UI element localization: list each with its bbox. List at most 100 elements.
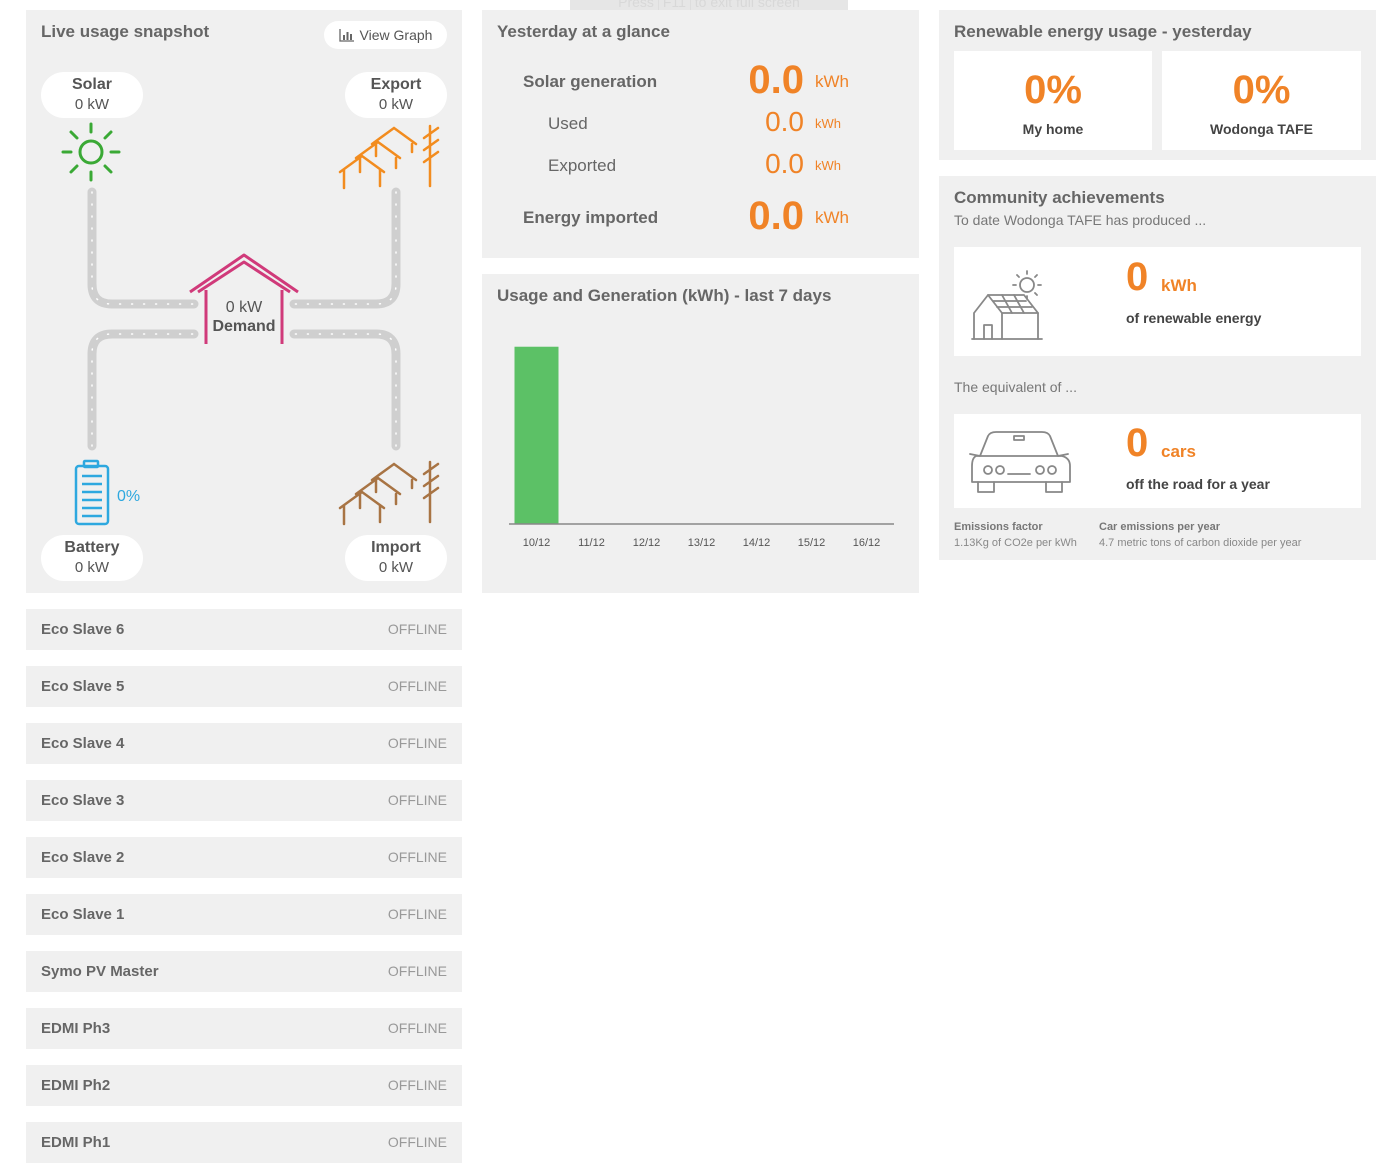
renewable-energy-card: 0 kWh of renewable energy	[954, 247, 1361, 356]
tafe-card: 0% Wodonga TAFE	[1162, 51, 1361, 150]
cars-caption: off the road for a year	[1126, 476, 1270, 492]
x-tick-label: 11/12	[578, 537, 605, 549]
battery-label: Battery	[64, 539, 120, 556]
device-row[interactable]: Symo PV Master OFFLINE	[26, 951, 462, 992]
device-status: OFFLINE	[387, 849, 447, 865]
battery-value: 0 kW	[74, 559, 110, 576]
import-label: Import	[371, 539, 421, 556]
device-status: OFFLINE	[387, 678, 447, 694]
device-row[interactable]: Eco Slave 2 OFFLINE	[26, 837, 462, 878]
fullscreen-hint-after: to exit full screen	[694, 0, 800, 10]
device-name: Eco Slave 6	[41, 621, 125, 638]
used-unit: kWh	[815, 116, 841, 131]
tafe-caption: Wodonga TAFE	[1210, 121, 1313, 137]
device-name: EDMI Ph1	[41, 1134, 111, 1151]
car-icon	[969, 431, 1071, 493]
x-tick-label: 16/12	[853, 537, 881, 549]
device-row[interactable]: EDMI Ph3 OFFLINE	[26, 1008, 462, 1049]
demand-node: 0 kW Demand	[204, 299, 284, 336]
export-node[interactable]: Export 0 kW	[345, 72, 447, 118]
device-row[interactable]: Eco Slave 1 OFFLINE	[26, 894, 462, 935]
solar-generation-value: 0.0	[748, 58, 804, 102]
live-usage-panel: Live usage snapshot View Graph Solar 0 k…	[26, 10, 462, 593]
exported-value: 0.0	[765, 148, 804, 179]
device-row[interactable]: EDMI Ph2 OFFLINE	[26, 1065, 462, 1106]
device-status: OFFLINE	[387, 963, 447, 979]
emissions-factor-heading: Emissions factor	[954, 521, 1043, 533]
emissions-factor-value: 1.13Kg of CO2e per kWh	[954, 537, 1077, 549]
renewable-energy-caption: of renewable energy	[1126, 310, 1262, 326]
device-name: EDMI Ph2	[41, 1077, 111, 1094]
equivalent-text: The equivalent of ...	[954, 379, 1077, 395]
sun-icon	[61, 122, 121, 182]
energy-imported-label: Energy imported	[523, 208, 659, 227]
device-name: Eco Slave 3	[41, 792, 125, 809]
device-row[interactable]: Eco Slave 4 OFFLINE	[26, 723, 462, 764]
export-power-lines-icon	[338, 124, 440, 190]
export-value: 0 kW	[378, 96, 414, 113]
energy-imported-value: 0.0	[748, 194, 804, 238]
solar-label: Solar	[71, 76, 112, 93]
import-power-lines-icon	[338, 460, 440, 526]
export-flow-track	[289, 187, 401, 309]
x-tick-label: 12/12	[633, 537, 661, 549]
solar-node[interactable]: Solar 0 kW	[41, 72, 143, 118]
week-bar-chart: 10/12 11/12 12/12 13/12 14/12 15/12 16/12	[509, 346, 894, 549]
week-chart-panel: Usage and Generation (kWh) - last 7 days…	[482, 274, 919, 593]
renewable-usage-title: Renewable energy usage - yesterday	[954, 22, 1252, 41]
import-value: 0 kW	[378, 559, 414, 576]
exported-label: Exported	[548, 156, 617, 175]
device-name: Eco Slave 5	[41, 678, 125, 695]
energy-imported-unit: kWh	[815, 208, 849, 227]
community-title: Community achievements	[954, 188, 1165, 207]
fullscreen-hint-before: Press	[618, 0, 654, 10]
demand-label: Demand	[212, 318, 276, 335]
chart-bar	[514, 346, 559, 524]
cars-card: 0 cars off the road for a year	[954, 414, 1361, 508]
used-value: 0.0	[765, 106, 804, 137]
yesterday-panel: Yesterday at a glance Solar generation 0…	[482, 10, 919, 258]
import-node[interactable]: Import 0 kW	[345, 535, 447, 581]
device-name: Eco Slave 4	[41, 735, 125, 752]
battery-percent: 0%	[117, 488, 141, 505]
exported-unit: kWh	[815, 158, 841, 173]
renewable-energy-value: 0	[1126, 255, 1149, 299]
battery-flow-track	[87, 329, 199, 451]
solar-generation-label: Solar generation	[523, 72, 658, 91]
my-home-caption: My home	[1022, 121, 1084, 137]
device-row[interactable]: Eco Slave 6 OFFLINE	[26, 609, 462, 650]
cars-unit: cars	[1161, 442, 1196, 461]
tafe-percent: 0%	[1232, 68, 1291, 112]
x-tick-label: 14/12	[743, 537, 771, 549]
device-row[interactable]: EDMI Ph1 OFFLINE	[26, 1122, 462, 1163]
device-name: Eco Slave 1	[41, 906, 125, 923]
yesterday-title: Yesterday at a glance	[497, 22, 670, 41]
battery-icon	[74, 459, 110, 526]
device-name: Symo PV Master	[41, 963, 159, 980]
solar-value: 0 kW	[74, 96, 110, 113]
battery-node[interactable]: Battery 0 kW	[41, 535, 143, 581]
demand-value: 0 kW	[225, 299, 263, 316]
device-row[interactable]: Eco Slave 3 OFFLINE	[26, 780, 462, 821]
x-tick-label: 10/12	[523, 537, 551, 549]
device-status: OFFLINE	[387, 1134, 447, 1150]
x-tick-label: 13/12	[688, 537, 716, 549]
x-tick-label: 15/12	[798, 537, 826, 549]
device-status: OFFLINE	[387, 735, 447, 751]
solar-flow-track	[87, 187, 199, 309]
renewable-usage-panel: Renewable energy usage - yesterday 0% My…	[939, 10, 1376, 160]
car-emissions-value: 4.7 metric tons of carbon dioxide per ye…	[1099, 537, 1302, 549]
community-intro: To date Wodonga TAFE has produced ...	[954, 212, 1207, 228]
device-name: EDMI Ph3	[41, 1020, 111, 1037]
device-status: OFFLINE	[387, 1077, 447, 1093]
device-status: OFFLINE	[387, 1020, 447, 1036]
my-home-percent: 0%	[1024, 68, 1082, 112]
solar-house-icon	[971, 270, 1043, 340]
renewable-energy-unit: kWh	[1161, 276, 1197, 295]
community-panel: Community achievements To date Wodonga T…	[939, 176, 1376, 560]
device-row[interactable]: Eco Slave 5 OFFLINE	[26, 666, 462, 707]
import-flow-track	[289, 329, 401, 451]
car-emissions-heading: Car emissions per year	[1099, 521, 1221, 533]
used-label: Used	[548, 114, 588, 133]
device-status: OFFLINE	[387, 906, 447, 922]
